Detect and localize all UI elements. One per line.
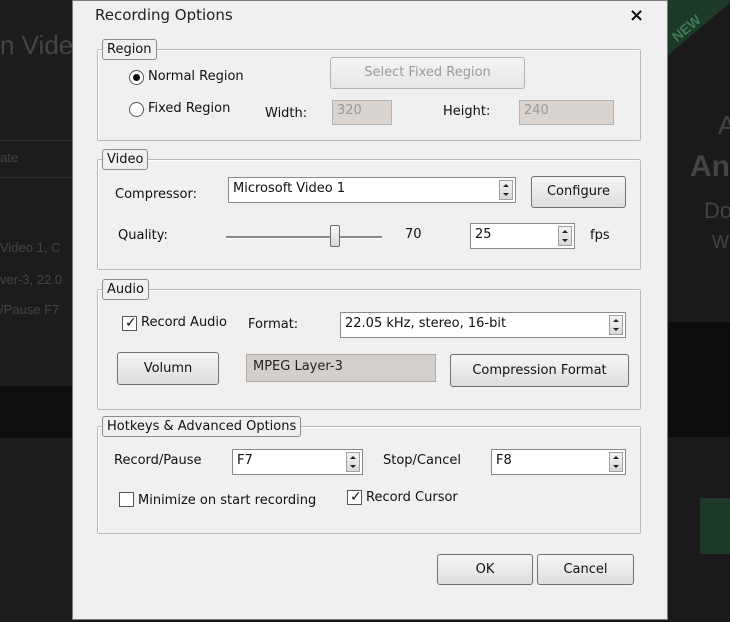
quality-slider-track[interactable] (226, 236, 382, 239)
dialog-title: Recording Options (95, 6, 233, 24)
title-bar[interactable]: Recording Options × (73, 1, 667, 31)
record-cursor-label[interactable]: Record Cursor (366, 490, 458, 505)
background-text: ate (0, 150, 19, 165)
background-text: Do (704, 198, 730, 223)
stop-cancel-value: F8 (496, 453, 512, 468)
volumn-label: Volumn (143, 361, 193, 376)
background-block (668, 322, 730, 437)
hotkeys-group: Hotkeys & Advanced Options Record/Pause … (97, 416, 641, 534)
background-text: A (718, 110, 730, 140)
audio-format-value: 22.05 kHz, stereo, 16-bit (345, 316, 507, 331)
minimize-checkbox[interactable]: ✓ (119, 492, 134, 507)
format-label: Format: (248, 317, 299, 332)
background-band (0, 386, 72, 438)
fixed-region-label[interactable]: Fixed Region (148, 101, 230, 116)
spinner-arrows-icon[interactable] (609, 452, 623, 472)
height-field[interactable]: 240 (519, 100, 614, 125)
record-pause-value: F7 (237, 453, 253, 468)
record-audio-checkbox[interactable]: ✓ (122, 315, 137, 331)
video-group: Video Compressor: Microsoft Video 1 Conf… (97, 149, 641, 270)
background-divider (0, 140, 72, 141)
configure-label: Configure (546, 184, 610, 199)
background-text: /Pause F7 (0, 302, 60, 317)
select-fixed-region-button[interactable]: Select Fixed Region (330, 57, 525, 89)
record-audio-label[interactable]: Record Audio (141, 315, 227, 330)
normal-region-label[interactable]: Normal Region (148, 69, 244, 84)
stop-cancel-hotkey-select[interactable]: F8 (491, 449, 626, 475)
checkmark-icon: ✓ (350, 489, 362, 505)
fps-value: 25 (475, 227, 492, 242)
configure-button[interactable]: Configure (531, 176, 626, 208)
compressor-select[interactable]: Microsoft Video 1 (228, 177, 516, 203)
background-divider (0, 177, 72, 178)
width-label: Width: (265, 106, 308, 121)
compression-format-label: Compression Format (472, 363, 607, 378)
compressor-value: Microsoft Video 1 (233, 181, 346, 196)
fixed-region-radio[interactable] (129, 102, 144, 117)
audio-group: Audio ✓ Record Audio Format: 22.05 kHz, … (97, 279, 641, 410)
record-cursor-checkbox[interactable]: ✓ (347, 489, 362, 505)
quality-label: Quality: (118, 228, 168, 243)
cancel-button[interactable]: Cancel (537, 554, 634, 585)
background-text: ver-3, 22.0 (0, 272, 63, 287)
recording-options-dialog: Recording Options × Region Normal Region… (72, 0, 668, 620)
audio-format-select[interactable]: 22.05 kHz, stereo, 16-bit (340, 312, 626, 338)
background-text: W (712, 232, 729, 252)
ok-label: OK (475, 562, 495, 577)
fps-label: fps (590, 228, 610, 243)
normal-region-radio[interactable] (129, 70, 144, 85)
quality-value: 70 (405, 227, 422, 242)
close-icon[interactable]: × (629, 5, 644, 26)
background-text: Video 1, C (0, 240, 61, 255)
background-heading: n Vide (0, 30, 74, 60)
region-group: Region Normal Region Fixed Region Select… (97, 39, 641, 141)
ok-button[interactable]: OK (437, 554, 533, 585)
spinner-arrows-icon[interactable] (346, 452, 360, 472)
record-pause-hotkey-select[interactable]: F7 (232, 449, 363, 475)
checkmark-icon: ✓ (125, 315, 137, 331)
quality-slider-thumb[interactable] (330, 225, 341, 247)
spinner-arrows-icon[interactable] (609, 315, 623, 335)
minimize-label[interactable]: Minimize on start recording (138, 493, 316, 508)
record-pause-label: Record/Pause (114, 453, 202, 468)
width-field[interactable]: 320 (332, 100, 392, 125)
radio-selected-dot (133, 74, 140, 81)
video-legend: Video (102, 149, 149, 170)
spinner-arrows-icon[interactable] (499, 180, 513, 200)
hotkeys-legend: Hotkeys & Advanced Options (102, 416, 302, 437)
height-label: Height: (443, 104, 491, 119)
volumn-button[interactable]: Volumn (117, 352, 219, 385)
background-green-box (700, 498, 730, 554)
background-text: An (690, 150, 730, 183)
compressor-label: Compressor: (115, 187, 197, 202)
stop-cancel-label: Stop/Cancel (383, 453, 461, 468)
spinner-arrows-icon[interactable] (558, 226, 572, 246)
region-legend: Region (102, 39, 157, 60)
audio-codec-field: MPEG Layer-3 (246, 354, 436, 382)
fps-select[interactable]: 25 (470, 223, 575, 249)
cancel-label: Cancel (563, 562, 608, 577)
audio-legend: Audio (102, 279, 149, 300)
compression-format-button[interactable]: Compression Format (450, 354, 629, 387)
